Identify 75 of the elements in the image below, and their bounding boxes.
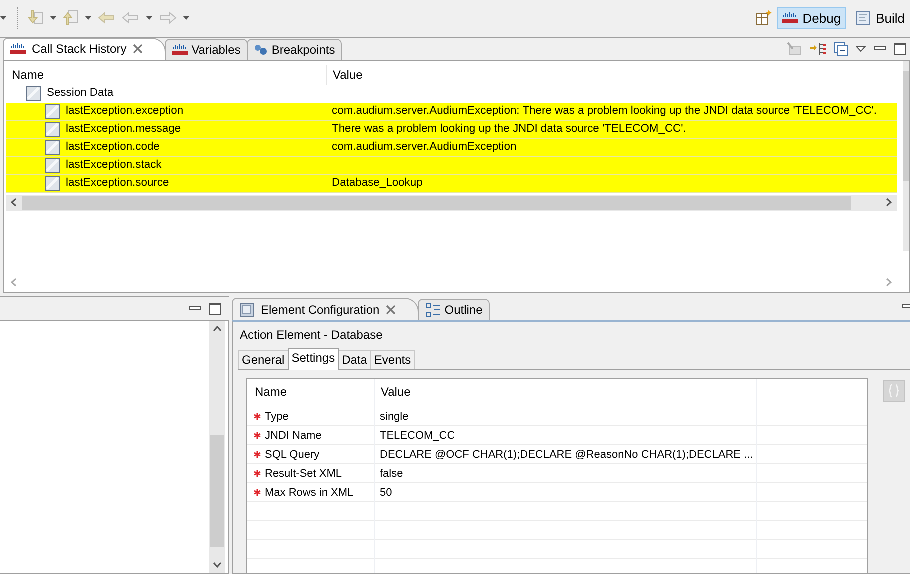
braces-icon xyxy=(889,384,899,398)
view-tab[interactable]: Variables xyxy=(164,38,248,60)
scroll-left-icon[interactable] xyxy=(11,198,17,208)
tree-row[interactable]: lastException.exception com.audium.server.AudiumException: There was a problem looking up the JNDI data source 'TELECOM_CC'. xyxy=(6,102,897,121)
property-value[interactable]: single xyxy=(375,407,757,426)
row-value: There was a problem looking up the JNDI data source 'TELECOM_CC'. xyxy=(331,122,686,138)
column-header[interactable]: Value xyxy=(326,64,369,85)
caret-icon[interactable] xyxy=(146,16,153,20)
maximize-icon[interactable] xyxy=(894,42,906,55)
collapse-all-icon[interactable] xyxy=(834,42,848,56)
perspective-button[interactable]: Build xyxy=(850,7,910,30)
maximize-icon[interactable] xyxy=(209,302,221,315)
caret-icon[interactable] xyxy=(50,16,57,20)
variable-icon xyxy=(45,140,60,155)
row-value: com.audium.server.AudiumException: There was a problem looking up the JNDI data source 'TELECOM_CC'. xyxy=(331,104,878,120)
scrollbar-thumb[interactable] xyxy=(903,70,909,181)
property-name: Type xyxy=(265,410,289,423)
view-menu-icon[interactable] xyxy=(856,46,866,52)
column-header[interactable]: Name xyxy=(249,381,375,408)
caret-icon[interactable] xyxy=(183,16,190,20)
view-tab[interactable]: Breakpoints xyxy=(246,38,342,60)
cisco-logo-icon xyxy=(10,43,26,56)
outline-icon xyxy=(424,302,441,318)
row-name: lastException.stack xyxy=(66,159,162,172)
view-tab[interactable]: Call Stack History xyxy=(3,38,166,60)
settings-tab[interactable]: Events xyxy=(370,350,416,370)
scrollbar-thumb[interactable] xyxy=(210,435,224,547)
property-value[interactable]: TELECOM_CC xyxy=(375,426,757,446)
scrollbar-thumb[interactable] xyxy=(22,196,851,210)
row-name: lastException.message xyxy=(66,123,182,136)
variable-icon xyxy=(45,158,60,173)
perspective-button[interactable]: Debug xyxy=(776,7,846,30)
property-value[interactable]: DECLARE @OCF CHAR(1);DECLARE @ReasonNo CHAR(1);DECLARE ... xyxy=(375,445,757,464)
property-name: Max Rows in XML xyxy=(265,486,354,499)
build-icon xyxy=(855,10,872,26)
tree-row[interactable]: lastException.message There was a problem looking up the JNDI data source 'TELECOM_CC'. xyxy=(6,120,897,139)
variable-icon xyxy=(45,104,60,119)
row-value: com.audium.server.AudiumException xyxy=(331,140,517,156)
property-name: SQL Query xyxy=(265,448,320,461)
variable-icon xyxy=(45,176,60,191)
expand-tree-icon[interactable] xyxy=(810,42,826,56)
row-name: lastException.code xyxy=(66,141,160,154)
tree-row[interactable]: lastException.source Database_Lookup xyxy=(6,174,897,193)
column-header[interactable]: Value xyxy=(375,381,757,408)
scroll-up-icon[interactable] xyxy=(212,326,222,332)
cisco-logo-icon xyxy=(782,12,798,24)
tree-row[interactable]: lastException.code com.audium.server.AudiumException xyxy=(6,138,897,157)
row-name: lastException.exception xyxy=(66,105,184,118)
settings-tab[interactable]: General xyxy=(238,350,289,370)
tree-row[interactable]: Session Data xyxy=(6,84,897,103)
settings-tab[interactable]: Settings xyxy=(288,348,340,370)
property-name: Result-Set XML xyxy=(265,468,342,480)
breakpoints-icon xyxy=(254,44,268,56)
scroll-down-icon[interactable] xyxy=(212,562,222,568)
view-tab[interactable]: Element Configuration xyxy=(232,298,419,320)
element-title: Action Element - Database xyxy=(239,328,384,344)
row-name: Session Data xyxy=(47,87,114,100)
view-tab[interactable]: Outline xyxy=(418,299,490,320)
caret-icon[interactable] xyxy=(0,16,7,20)
property-value[interactable]: 50 xyxy=(375,483,757,502)
cisco-logo-icon xyxy=(172,44,188,56)
row-value: Database_Lookup xyxy=(331,176,423,192)
row-name: lastException.source xyxy=(66,177,170,190)
variable-icon xyxy=(26,86,41,101)
caret-icon[interactable] xyxy=(85,16,92,20)
close-icon[interactable] xyxy=(132,44,143,54)
scroll-right-icon[interactable] xyxy=(886,198,892,208)
column-header[interactable]: Name xyxy=(6,64,326,85)
close-icon[interactable] xyxy=(386,304,396,315)
property-name: JNDI Name xyxy=(265,430,322,442)
element-icon xyxy=(239,302,255,318)
property-value[interactable]: false xyxy=(375,464,757,484)
open-perspective-icon[interactable] xyxy=(754,9,773,28)
tree-row[interactable]: lastException.stack xyxy=(6,156,897,175)
variable-icon xyxy=(45,122,60,137)
